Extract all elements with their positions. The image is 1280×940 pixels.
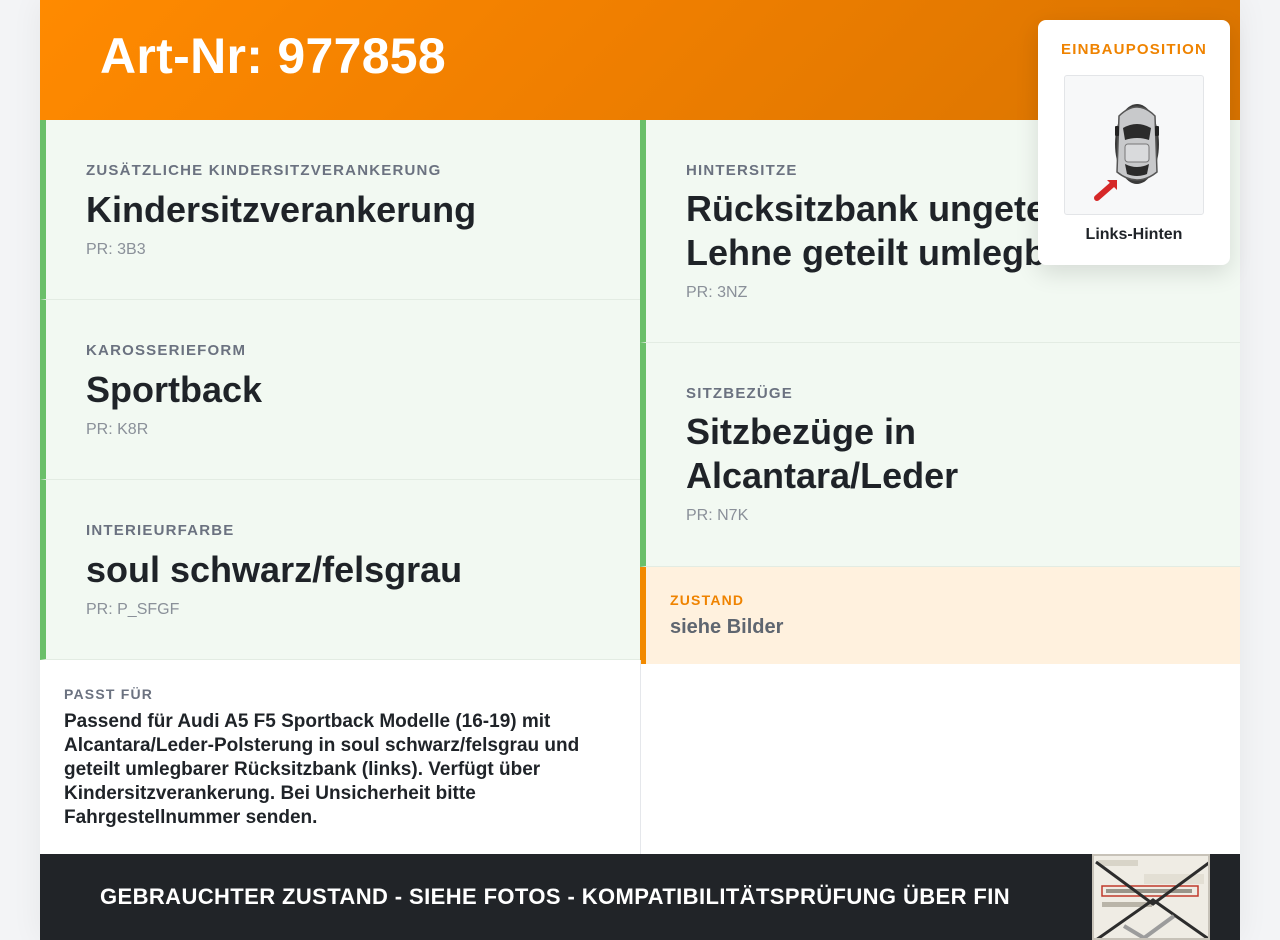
zustand-box: Zustand siehe Bilder [640, 567, 1240, 664]
footer-banner: GEBRAUCHTER ZUSTAND - SIEHE FOTOS - KOMP… [40, 854, 1240, 940]
attribute-value-line-1: Sitzbezüge in [686, 411, 917, 452]
footer-text: GEBRAUCHTER ZUSTAND - SIEHE FOTOS - KOMP… [100, 884, 1011, 909]
attribute-pr-code: PR: K8R [86, 421, 149, 438]
attribute-pr-code: PR: N7K [686, 507, 749, 524]
attribute-label: Karosserieform [86, 342, 247, 359]
column-divider [640, 660, 641, 854]
vehicle-document-image [1094, 856, 1208, 938]
attribute-label: Sitzbezüge [686, 385, 794, 402]
passt-fuer-section: Passt für Passend für Audi A5 F5 Sportba… [40, 660, 640, 854]
attribute-value-line-2: Lehne geteilt umlegb [686, 232, 1047, 273]
attribute-pr-code: PR: 3NZ [686, 284, 748, 301]
einbauposition-value: Links-Hinten [1085, 226, 1183, 243]
attribute-value: soul schwarz/felsgrau [86, 549, 463, 590]
attribute-value: Sportback [86, 369, 263, 410]
attribute-value-line-2: Alcantara/Leder [686, 455, 959, 496]
attribute-label: Hintersitze [686, 162, 798, 179]
attribute-cell-karosserie: Karosserieform Sportback PR: K8R [40, 300, 640, 480]
passt-fuer-text: Passend für Audi A5 F5 Sportback Modelle… [64, 711, 580, 828]
attribute-cell-interieur: Interieurfarbe soul schwarz/felsgrau PR:… [40, 480, 640, 660]
zustand-value: siehe Bilder [670, 616, 784, 638]
product-sheet: Art-Nr: 977858 Zusätzliche Kindersitzver… [40, 0, 1240, 940]
attribute-value-line-1: Rücksitzbank ungete [686, 188, 1047, 229]
attribute-cell-kindersitz: Zusätzliche Kindersitzverankerung Kinder… [40, 120, 640, 300]
einbauposition-card: EINBAUPOSITION Links-Hinten [1038, 20, 1230, 265]
attribute-value: Kindersitzverankerung [86, 189, 477, 230]
zustand-label: Zustand [670, 592, 745, 608]
passt-fuer-label: Passt für [64, 686, 154, 702]
attribute-label: Zusätzliche Kindersitzverankerung [86, 162, 442, 179]
article-number-title: Art-Nr: 977858 [100, 28, 447, 84]
attribute-pr-code: PR: P_SFGF [86, 601, 180, 618]
car-top-view-icon [1094, 104, 1159, 201]
einbauposition-title: EINBAUPOSITION [1061, 41, 1207, 58]
attribute-cell-sitzbezuege: Sitzbezüge Sitzbezüge in Alcantara/Leder… [640, 343, 1240, 567]
attribute-pr-code: PR: 3B3 [86, 241, 146, 258]
attribute-label: Interieurfarbe [86, 522, 235, 539]
document-photo-thumbnail[interactable] [1092, 854, 1210, 940]
car-top-view-box [1064, 75, 1204, 215]
